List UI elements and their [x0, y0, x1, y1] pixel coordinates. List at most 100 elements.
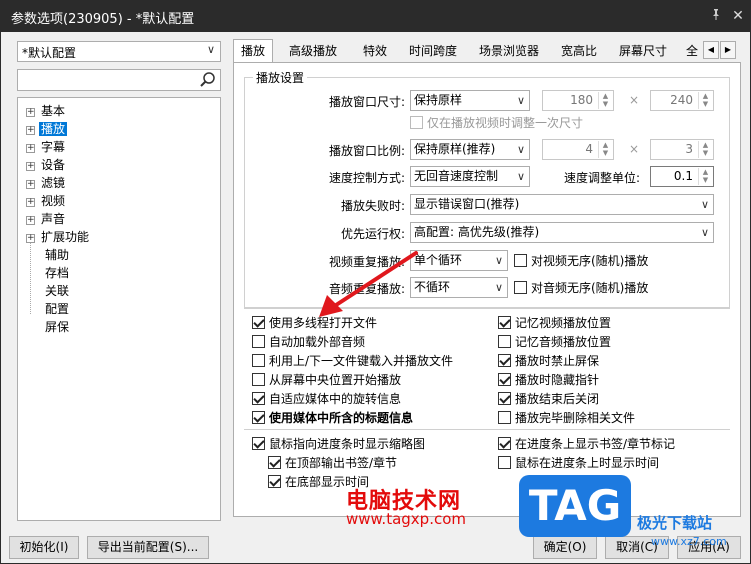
sidebar-item-label: 字幕: [41, 140, 66, 154]
tab-playback[interactable]: 播放: [233, 39, 273, 63]
option-checkbox[interactable]: 使用媒体中所含的标题信息: [252, 410, 413, 426]
profile-select[interactable]: *默认配置 ∨: [17, 41, 221, 62]
spinner-arrows-icon[interactable]: ▲ ▼: [698, 92, 712, 109]
option-checkbox[interactable]: 播放时禁止屏保: [498, 353, 599, 369]
sidebar-item[interactable]: + 扩展功能: [26, 228, 91, 246]
video-repeat-select[interactable]: 单个循环 ∨: [410, 250, 508, 271]
option-checkbox[interactable]: 自动加载外部音频: [252, 334, 365, 350]
sidebar-item[interactable]: 配置: [26, 300, 71, 318]
times-sign: ×: [629, 142, 640, 156]
ratio-select[interactable]: 保持原样(推荐) ∨: [410, 139, 530, 160]
sidebar-item[interactable]: 屏保: [26, 318, 71, 336]
priority-select[interactable]: 高配置: 高优先级(推荐) ∨: [410, 222, 714, 243]
spinner-arrows-icon[interactable]: ▲ ▼: [698, 141, 712, 158]
search-icon[interactable]: [199, 71, 217, 89]
tab-scroll-left-icon[interactable]: ◀: [703, 41, 719, 59]
option-label: 自动加载外部音频: [269, 335, 366, 349]
audio-random-checkbox[interactable]: 对音频无序(随机)播放: [514, 280, 648, 296]
checkbox-box: [498, 456, 511, 469]
init-button[interactable]: 初始化(I): [9, 536, 79, 559]
ratio-height-spinner[interactable]: 3 ▲ ▼: [650, 139, 714, 160]
width-spinner[interactable]: 180 ▲ ▼: [542, 90, 614, 111]
tab-advanced-playback[interactable]: 高级播放: [281, 41, 345, 61]
video-repeat-value: 单个循环: [414, 253, 463, 267]
speed-mode-select[interactable]: 无回音速度控制 ∨: [410, 166, 530, 187]
spinner-arrows-icon[interactable]: ▲ ▼: [598, 141, 612, 158]
tab-aspect-ratio[interactable]: 宽高比: [555, 41, 603, 61]
tab-timespan[interactable]: 时间跨度: [403, 41, 463, 61]
height-spinner[interactable]: 240 ▲ ▼: [650, 90, 714, 111]
tab-scene-browser[interactable]: 场景浏览器: [473, 41, 545, 61]
ratio-width-spinner[interactable]: 4 ▲ ▼: [542, 139, 614, 160]
audio-repeat-select[interactable]: 不循环 ∨: [410, 277, 508, 298]
thumbnail-checkbox[interactable]: 鼠标指向进度条时显示缩略图: [252, 436, 425, 452]
checkbox-box: [252, 335, 265, 348]
export-button[interactable]: 导出当前配置(S)...: [87, 536, 209, 559]
ok-button[interactable]: 确定(O): [533, 536, 597, 559]
sidebar-item-label: 配置: [45, 302, 70, 316]
tab-effects[interactable]: 特效: [355, 41, 395, 61]
sidebar-item[interactable]: + 基本: [26, 102, 67, 120]
search-input[interactable]: [17, 69, 221, 91]
sidebar-item[interactable]: 存档: [26, 264, 71, 282]
sidebar-item[interactable]: + 滤镜: [26, 174, 67, 192]
option-checkbox[interactable]: 播放结束后关闭: [498, 391, 599, 407]
expand-icon[interactable]: +: [26, 108, 35, 117]
checkbox-box: [498, 437, 511, 450]
expand-icon[interactable]: +: [26, 126, 35, 135]
checkbox-box: [410, 116, 423, 129]
expand-icon[interactable]: +: [26, 144, 35, 153]
option-checkbox[interactable]: 记忆视频播放位置: [498, 315, 611, 331]
sidebar-item[interactable]: 关联: [26, 282, 71, 300]
watermark-url: www.tagxp.com: [346, 510, 466, 528]
sidebar-item[interactable]: + 字幕: [26, 138, 67, 156]
checkbox-box: [252, 373, 265, 386]
ratio-height-value: 3: [685, 142, 693, 156]
option-checkbox[interactable]: 记忆音频播放位置: [498, 334, 611, 350]
pin-icon[interactable]: [707, 7, 725, 25]
option-checkbox[interactable]: 自适应媒体中的旋转信息: [252, 391, 401, 407]
checkbox-box: [498, 335, 511, 348]
sidebar-item[interactable]: + 声音: [26, 210, 67, 228]
sidebar-item[interactable]: + 设备: [26, 156, 67, 174]
tab-full[interactable]: 全: [683, 41, 701, 61]
spinner-arrows-icon[interactable]: ▲ ▼: [698, 168, 712, 185]
chevron-down-icon: ∨: [700, 226, 709, 239]
option-checkbox[interactable]: 从屏幕中央位置开始播放: [252, 372, 401, 388]
watermark-logo: TAG: [519, 475, 631, 537]
expand-icon[interactable]: +: [26, 216, 35, 225]
sidebar-item-label: 基本: [41, 104, 66, 118]
sidebar-item[interactable]: + 播放: [26, 120, 68, 138]
window-size-select[interactable]: 保持原样 ∨: [410, 90, 530, 111]
group-title: 播放设置: [253, 69, 308, 86]
bookmark-marker-checkbox[interactable]: 在进度条上显示书签/章节标记: [498, 436, 675, 452]
only-once-checkbox[interactable]: 仅在播放视频时调整一次尺寸: [410, 115, 583, 131]
sidebar-item-label: 辅助: [45, 248, 70, 262]
speed-unit-spinner[interactable]: 0.1 ▲ ▼: [650, 166, 714, 187]
sidebar-item-label: 视频: [41, 194, 66, 208]
tab-screen-size[interactable]: 屏幕尺寸: [613, 41, 673, 61]
option-checkbox[interactable]: 利用上/下一文件键载入并播放文件: [252, 353, 453, 369]
fail-select[interactable]: 显示错误窗口(推荐) ∨: [410, 194, 714, 215]
option-label: 播放完毕删除相关文件: [515, 411, 636, 425]
top-bookmark-checkbox[interactable]: 在顶部输出书签/章节: [268, 455, 397, 471]
window-size-value: 保持原样: [414, 93, 463, 107]
expand-icon[interactable]: +: [26, 180, 35, 189]
close-icon[interactable]: ✕: [729, 7, 747, 25]
hover-time-checkbox[interactable]: 鼠标在进度条上时显示时间: [498, 455, 659, 471]
chevron-down-icon: ∨: [516, 94, 525, 107]
sidebar-item[interactable]: + 视频: [26, 192, 67, 210]
expand-icon[interactable]: +: [26, 234, 35, 243]
option-checkbox[interactable]: 播放时隐藏指针: [498, 372, 599, 388]
sidebar-item[interactable]: 辅助: [26, 246, 71, 264]
expand-icon[interactable]: +: [26, 162, 35, 171]
video-random-checkbox[interactable]: 对视频无序(随机)播放: [514, 253, 648, 269]
tab-bar: 播放 高级播放 特效 时间跨度 场景浏览器 宽高比 屏幕尺寸 全 ◀ ▶: [233, 39, 741, 63]
checkbox-box: [498, 316, 511, 329]
spinner-arrows-icon[interactable]: ▲ ▼: [598, 92, 612, 109]
titlebar: 参数选项(230905) - *默认配置 ✕: [1, 1, 750, 32]
expand-icon[interactable]: +: [26, 198, 35, 207]
option-checkbox[interactable]: 播放完毕删除相关文件: [498, 410, 635, 426]
chevron-down-icon: ∨: [516, 170, 525, 183]
tab-scroll-right-icon[interactable]: ▶: [720, 41, 736, 59]
